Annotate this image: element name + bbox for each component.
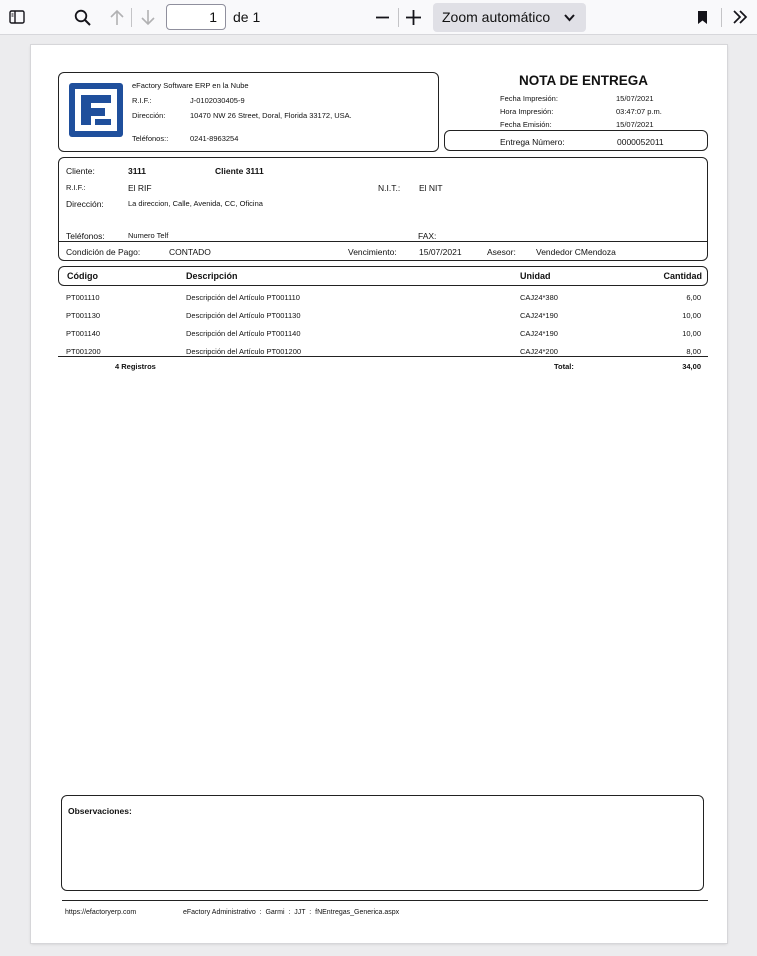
hora-impresion-label: Hora Impresión: xyxy=(500,107,554,116)
page-count-label: de 1 xyxy=(233,9,261,25)
vencimiento-value: 15/07/2021 xyxy=(419,247,462,257)
observaciones-label: Observaciones: xyxy=(68,806,132,816)
row-cantidad: 10,00 xyxy=(682,329,701,338)
observaciones-box xyxy=(61,795,704,891)
client-telefonos: Numero Telf xyxy=(128,231,169,240)
company-address-label: Dirección: xyxy=(132,111,166,120)
fecha-impresion-label: Fecha Impresión: xyxy=(500,94,558,103)
client-nit-label: N.I.T.: xyxy=(378,183,401,193)
condicion-value: CONTADO xyxy=(169,247,211,257)
client-rif-label: R.I.F.: xyxy=(66,183,86,192)
double-chevron-right-icon[interactable] xyxy=(729,4,751,30)
arrow-up-icon[interactable] xyxy=(106,4,128,30)
pdf-page: eFactory Software ERP en la Nube R.I.F.:… xyxy=(31,45,727,943)
footer-url: https://efactoryerp.com xyxy=(65,909,137,916)
company-rif-label: R.I.F.: xyxy=(132,96,152,105)
page-number-input[interactable]: 1 xyxy=(166,4,226,30)
chevron-down-icon xyxy=(564,3,575,32)
client-telefonos-label: Teléfonos: xyxy=(66,231,105,241)
row-descripcion: Descripción del Artículo PT001140 xyxy=(186,329,301,338)
header-codigo: Código xyxy=(67,271,98,281)
footer-divider xyxy=(62,900,708,901)
company-name: eFactory Software ERP en la Nube xyxy=(132,81,249,90)
zoom-select[interactable]: Zoom automático xyxy=(433,3,586,32)
hora-impresion: 03:47:07 p.m. xyxy=(616,107,662,116)
company-rif: J-0102030405-9 xyxy=(190,96,245,105)
cliente-code: 3111 xyxy=(128,166,146,176)
total-value: 34,00 xyxy=(682,362,701,371)
zoom-value: Zoom automático xyxy=(442,9,551,25)
row-codigo: PT001200 xyxy=(66,347,101,356)
table-header xyxy=(58,266,708,286)
vencimiento-label: Vencimiento: xyxy=(348,247,397,257)
table-divider xyxy=(58,356,708,357)
row-descripcion: Descripción del Artículo PT001200 xyxy=(186,347,302,356)
minus-icon[interactable] xyxy=(372,4,392,30)
row-unidad: CAJ24*380 xyxy=(520,293,558,302)
row-cantidad: 6,00 xyxy=(686,293,701,302)
row-unidad: CAJ24*190 xyxy=(520,329,558,338)
row-codigo: PT001130 xyxy=(66,311,101,320)
client-nit: El NIT xyxy=(419,183,443,193)
header-unidad: Unidad xyxy=(520,271,551,281)
row-codigo: PT001140 xyxy=(66,329,101,338)
arrow-down-icon[interactable] xyxy=(137,4,159,30)
total-label: Total: xyxy=(554,362,574,371)
client-direccion-label: Dirección: xyxy=(66,199,104,209)
registros-count: 4 Registros xyxy=(115,362,156,371)
fecha-emision: 15/07/2021 xyxy=(616,120,654,129)
table-row: PT001140 Descripción del Artículo PT0011… xyxy=(31,325,727,343)
table-body: PT001110 Descripción del Artículo PT0011… xyxy=(31,289,727,361)
company-logo xyxy=(69,83,123,137)
row-unidad: CAJ24*190 xyxy=(520,311,558,320)
row-descripcion: Descripción del Artículo PT001130 xyxy=(186,311,301,320)
row-codigo: PT001110 xyxy=(66,293,100,302)
entrega-numero: 0000052011 xyxy=(617,137,664,147)
company-phones-label: Teléfonos:: xyxy=(132,134,169,143)
company-phones: 0241-8963254 xyxy=(190,134,239,143)
client-box xyxy=(58,157,708,261)
cliente-label: Cliente: xyxy=(66,166,95,176)
row-cantidad: 8,00 xyxy=(686,347,701,356)
fecha-impresion: 15/07/2021 xyxy=(616,94,654,103)
entrega-label: Entrega Número: xyxy=(500,137,565,147)
client-fax-label: FAX: xyxy=(418,231,437,241)
asesor-value: Vendedor CMendoza xyxy=(536,247,616,257)
company-address: 10470 NW 26 Street, Doral, Florida 33172… xyxy=(190,111,352,120)
table-row: PT001130 Descripción del Artículo PT0011… xyxy=(31,307,727,325)
plus-icon[interactable] xyxy=(403,4,423,30)
table-row: PT001200 Descripción del Artículo PT0012… xyxy=(31,343,727,361)
header-cantidad: Cantidad xyxy=(663,271,702,281)
client-rif: El RIF xyxy=(128,183,152,193)
entrega-box xyxy=(444,130,708,151)
search-icon[interactable] xyxy=(71,4,93,30)
document-title: NOTA DE ENTREGA xyxy=(519,73,649,88)
condicion-label: Condición de Pago: xyxy=(66,247,141,257)
pdf-toolbar: 1 de 1 Zoom automático xyxy=(0,0,757,35)
cliente-name: Cliente 3111 xyxy=(215,166,264,176)
bookmark-icon[interactable] xyxy=(693,4,711,30)
sidebar-toggle-icon[interactable] xyxy=(6,4,28,30)
row-unidad: CAJ24*200 xyxy=(520,347,558,356)
table-row: PT001110 Descripción del Artículo PT0011… xyxy=(31,289,727,307)
client-direccion: La direccion, Calle, Avenida, CC, Oficin… xyxy=(128,199,263,208)
row-cantidad: 10,00 xyxy=(682,311,701,320)
header-descripcion: Descripción xyxy=(186,271,238,281)
fecha-emision-label: Fecha Emisión: xyxy=(500,120,552,129)
footer-info: eFactory Administrativo : Garmi : JJT : … xyxy=(183,909,400,916)
row-descripcion: Descripción del Artículo PT001110 xyxy=(186,293,300,302)
asesor-label: Asesor: xyxy=(487,247,516,257)
